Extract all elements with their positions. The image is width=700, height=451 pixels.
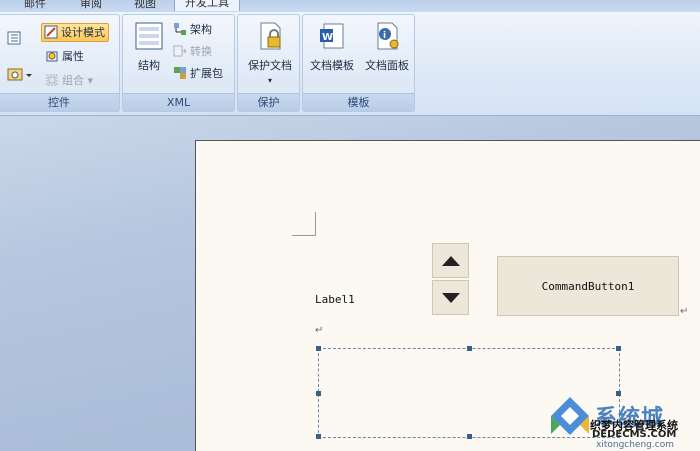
transform-label: 转换	[190, 45, 212, 58]
svg-text:W: W	[322, 32, 333, 43]
legacy-tools-icon[interactable]	[7, 67, 33, 83]
expansion-pack-icon	[173, 66, 187, 80]
resize-handle[interactable]	[467, 346, 472, 351]
watermark-line2: DEDECMS.COM	[592, 429, 677, 440]
schema-label: 架构	[190, 23, 212, 36]
resize-handle[interactable]	[316, 434, 321, 439]
spin-down-button[interactable]	[432, 280, 469, 315]
tab-review[interactable]: 审阅	[80, 0, 102, 11]
paragraph-mark: ↵	[680, 306, 689, 317]
properties-button[interactable]: 属性	[45, 48, 84, 65]
resize-handle[interactable]	[467, 434, 472, 439]
up-arrow-icon	[442, 256, 460, 266]
structure-label: 结构	[138, 59, 160, 72]
design-mode-label: 设计模式	[61, 26, 105, 39]
paragraph-mark: ↵	[315, 325, 324, 336]
info-document-icon: i	[361, 21, 413, 54]
protect-document-button[interactable]: 保护文档 ▾	[242, 21, 298, 86]
schema-button[interactable]: 架构	[173, 21, 212, 38]
document-panel-button[interactable]: i 文档面板	[361, 21, 413, 73]
resize-handle[interactable]	[316, 346, 321, 351]
document-template-label: 文档模板	[310, 59, 354, 72]
group-label: 组合	[62, 74, 84, 87]
label1-control[interactable]: Label1	[315, 293, 355, 306]
group-xml: 结构 架构 转换 扩展包 XML	[122, 14, 235, 112]
ribbon-tab-strip: 邮件 审阅 视图 开发工具	[0, 0, 700, 12]
group-controls: 设计模式 属性 组合 ▾ 控件	[0, 14, 120, 112]
structure-button[interactable]: 结构	[131, 21, 167, 73]
properties-label: 属性	[62, 50, 84, 63]
group-templates: W 文档模板 i 文档面板 模板	[302, 14, 415, 112]
ribbon: 设计模式 属性 组合 ▾ 控件 结构 架构 转换 扩展包 XML 保护文档 ▾ …	[0, 12, 700, 116]
protect-document-label: 保护文档	[248, 59, 292, 72]
group-label-protect: 保护	[238, 93, 299, 111]
design-mode-icon	[44, 25, 58, 39]
expansion-pack-label: 扩展包	[190, 67, 223, 80]
design-mode-button[interactable]: 设计模式	[41, 23, 109, 42]
margin-corner-marker	[292, 212, 316, 236]
command-button-1[interactable]: CommandButton1	[497, 256, 679, 316]
group-label-templates: 模板	[303, 93, 414, 111]
tab-developer[interactable]: 开发工具	[174, 0, 240, 11]
transform-icon	[173, 44, 187, 58]
resize-handle[interactable]	[616, 346, 621, 351]
properties-icon	[45, 49, 59, 63]
group-label-xml: XML	[123, 93, 234, 111]
tab-mailings[interactable]: 邮件	[24, 0, 46, 11]
resize-handle[interactable]	[316, 391, 321, 396]
transform-button[interactable]: 转换	[173, 43, 212, 60]
watermark-line3: xitongcheng.com	[596, 440, 674, 450]
svg-text:i: i	[383, 31, 386, 41]
schema-icon	[173, 22, 187, 36]
document-template-button[interactable]: W 文档模板	[307, 21, 357, 73]
group-button[interactable]: 组合 ▾	[45, 72, 93, 89]
down-arrow-icon	[442, 293, 460, 303]
controls-gallery-icon[interactable]	[7, 31, 21, 45]
group-protect: 保护文档 ▾ 保护	[237, 14, 300, 112]
lock-document-icon	[242, 21, 298, 54]
expansion-pack-button[interactable]: 扩展包	[173, 65, 223, 82]
group-icon	[45, 73, 59, 87]
document-panel-label: 文档面板	[365, 59, 409, 72]
structure-icon	[131, 21, 167, 54]
word-document-icon: W	[307, 21, 357, 54]
spin-up-button[interactable]	[432, 243, 469, 278]
dropdown-arrow-icon: ▾	[84, 74, 94, 87]
tab-view[interactable]: 视图	[134, 0, 156, 11]
dropdown-arrow-icon: ▾	[267, 76, 272, 85]
group-label-controls: 控件	[0, 93, 119, 111]
